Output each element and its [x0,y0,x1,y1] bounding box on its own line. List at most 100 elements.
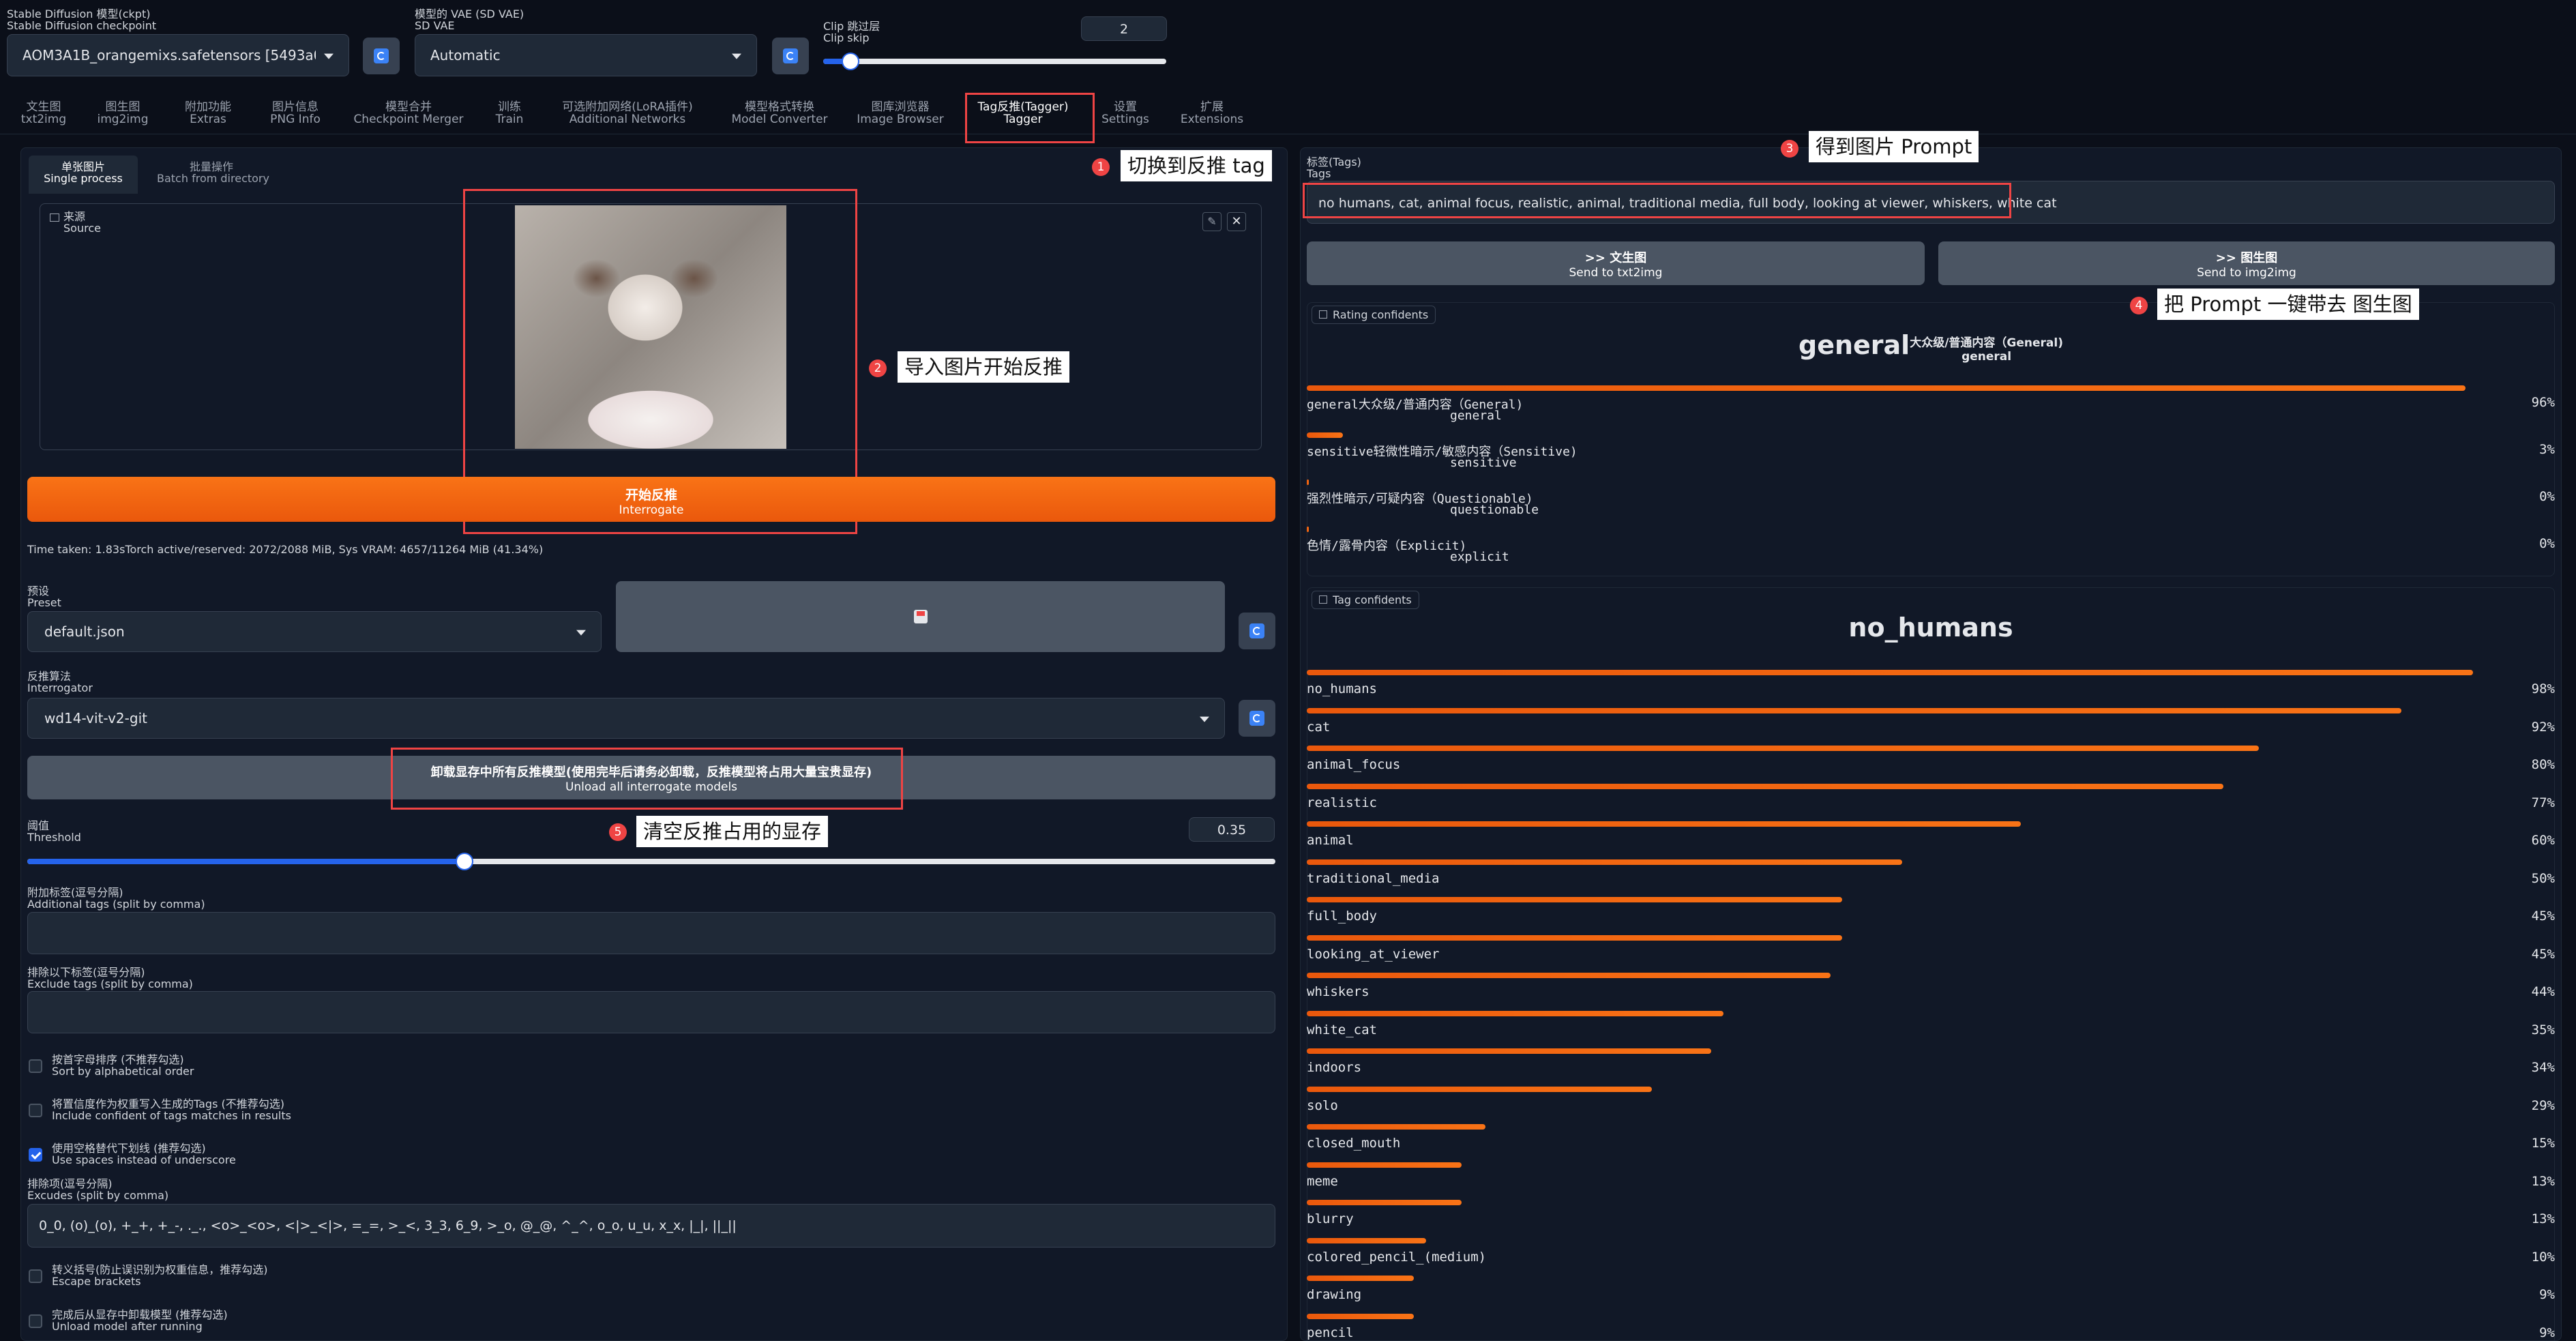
tag-bar [1307,1048,1712,1054]
tag-label: traditional_media [1307,870,1440,886]
include-confidence-checkbox[interactable] [29,1104,42,1117]
tab-train[interactable]: 训练 Train [496,101,524,126]
interrogator-value: wd14-vit-v2-git [44,710,147,726]
excludes-value: 0_0, (o)_(o), +_+, +_-, ._., <o>_<o>, <|… [39,1218,737,1233]
preset-dropdown[interactable]: default.json [27,611,602,652]
tag-bar [1307,821,2021,827]
source-label: 来源 Source [50,211,101,234]
tag-bar [1307,973,1831,978]
annotation-3: 得到图片 Prompt [1809,131,1979,162]
tag-label: colored_pencil_(medium) [1307,1249,1487,1265]
tag-percent: 92% [2531,719,2555,735]
tab-png-info[interactable]: 图片信息 PNG Info [270,101,321,126]
tag-bar [1307,670,2474,675]
unload-after-label: 完成后从显存中卸载模型 (推荐勾选) Unload model after run… [52,1308,228,1333]
edit-icon[interactable]: ✎ [1202,212,1222,231]
tab-checkpoint-merger[interactable]: 模型合并 Checkpoint Merger [353,101,463,126]
escape-brackets-checkbox[interactable] [29,1269,42,1283]
clip-skip-knob[interactable] [842,53,860,70]
tag-percent: 29% [2531,1097,2555,1113]
tags-label: 标签(Tags) Tags [1307,156,1361,180]
refresh-ckpt-button[interactable] [363,38,400,74]
tag-percent: 9% [2539,1287,2555,1302]
chevron-down-icon [324,53,334,59]
tab-image-browser[interactable]: 图库浏览器 Image Browser [857,101,944,126]
tag-label: no_humans [1307,681,1377,696]
threshold-number[interactable]: 0.35 [1189,817,1275,842]
rating-label: sensitive轻微性暗示/敏感内容（Sensitive) [1307,445,1578,459]
threshold-label: 阈值 Threshold [27,819,81,844]
tag-bar [1307,1313,1415,1319]
tag-label: white_cat [1307,1022,1377,1037]
rating-sublabel: questionable [1450,503,1539,517]
refresh-icon [1249,711,1264,726]
tag-percent: 60% [2531,833,2555,848]
image-icon [50,213,59,222]
tab-additional-networks[interactable]: 可选附加网络(LoRA插件) Additional Networks [562,101,693,126]
tag-percent: 45% [2531,909,2555,924]
tag-title: Tag confidents [1312,591,1419,609]
excludes-label: 排除项(逗号分隔) Excudes (split by comma) [27,1177,169,1202]
tag-label: solo [1307,1097,1338,1113]
close-icon[interactable]: ✕ [1227,212,1246,231]
tab-extensions[interactable]: 扩展 Extensions [1181,101,1243,126]
exclude-tags-input[interactable] [27,991,1275,1033]
rating-bar [1307,385,2466,391]
vae-value: Automatic [430,47,501,63]
include-confidence-label: 将置信度作为权重写入生成的Tags (不推荐勾选) Include confide… [52,1097,291,1122]
rating-bar [1307,432,1344,438]
rating-title: Rating confidents [1312,306,1436,324]
send-to-txt2img-button[interactable]: >> 文生图 Send to txt2img [1307,241,1925,285]
tab-extras[interactable]: 附加功能 Extras [185,101,231,126]
subtab-batch[interactable]: 批量操作 Batch from directory [157,161,269,184]
subtab-single[interactable]: 单张图片 Single process [29,156,138,194]
unload-after-checkbox[interactable] [29,1314,42,1328]
tab-settings[interactable]: 设置 Settings [1101,101,1149,126]
refresh-icon [783,48,798,63]
tab-model-converter[interactable]: 模型格式转换 Model Converter [731,101,827,126]
chevron-down-icon [1200,716,1209,722]
additional-tags-label: 附加标签(逗号分隔) Additional tags (split by comm… [27,886,205,911]
save-preset-button[interactable] [616,581,1225,652]
time-taken: Time taken: 1.83sTorch active/reserved: … [27,543,544,556]
chevron-down-icon [576,630,586,636]
tag-percent: 9% [2539,1325,2555,1340]
escape-brackets-label: 转义括号(防止误识别为权重信息，推荐勾选) Escape brackets [52,1263,268,1288]
tag-bar [1307,1124,1485,1130]
refresh-icon [1249,623,1264,638]
rating-bars: general大众级/普通内容（General) general 96% sensit… [1307,385,2555,576]
tag-label: whiskers [1307,984,1370,999]
threshold-slider[interactable] [27,853,1275,870]
ckpt-dropdown[interactable]: AOM3A1B_orangemixs.safetensors [5493a0ec… [7,34,349,76]
interrogate-button[interactable]: 开始反推 Interrogate [27,477,1275,522]
send-to-img2img-button[interactable]: >> 图生图 Send to img2img [1938,241,2555,285]
use-spaces-checkbox[interactable] [29,1148,42,1162]
interrogator-dropdown[interactable]: wd14-vit-v2-git [27,698,1225,739]
refresh-interrogator-button[interactable] [1239,700,1275,737]
additional-tags-input[interactable] [27,912,1275,954]
tag-label: pencil [1307,1325,1354,1340]
ckpt-label: Stable Diffusion 模型(ckpt) Stable Diffusio… [7,8,157,32]
exclude-tags-label: 排除以下标签(逗号分隔) Exclude tags (split by comma… [27,966,193,990]
tag-percent: 13% [2531,1211,2555,1226]
tag-label: cat [1307,719,1331,735]
annotation-2: 导入图片开始反推 [898,351,1070,383]
rating-sublabel: general [1450,409,1502,423]
refresh-vae-button[interactable] [772,38,809,74]
clip-skip-slider[interactable] [823,53,1166,70]
tag-percent: 80% [2531,757,2555,772]
tag-percent: 77% [2531,795,2555,810]
tag-bar [1307,1200,1462,1205]
clip-skip-number[interactable]: 2 [1081,16,1167,41]
tab-txt2img[interactable]: 文生图 txt2img [21,101,66,126]
tab-img2img[interactable]: 图生图 img2img [98,101,149,126]
threshold-knob[interactable] [455,853,473,870]
tag-label: blurry [1307,1211,1354,1226]
vae-dropdown[interactable]: Automatic [415,34,757,76]
refresh-preset-button[interactable] [1239,613,1275,649]
sort-alpha-checkbox[interactable] [29,1059,42,1073]
tag-bar [1307,1086,1653,1092]
excludes-input[interactable]: 0_0, (o)_(o), +_+, +_-, ._., <o>_<o>, <|… [27,1204,1275,1248]
tag-percent: 45% [2531,946,2555,962]
rating-percent: 0% [2539,489,2555,504]
